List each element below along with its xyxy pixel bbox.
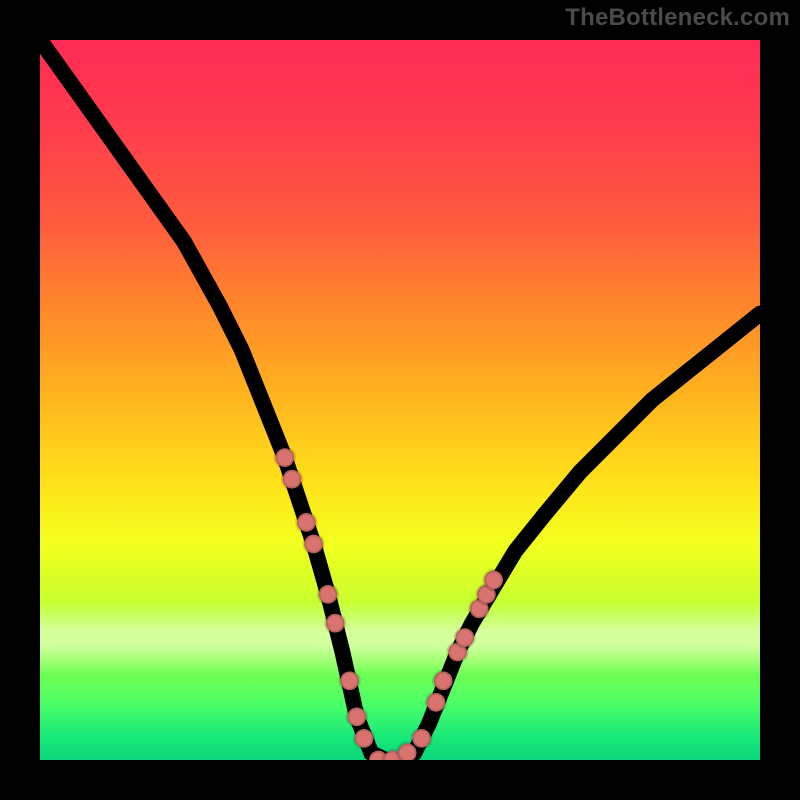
highlight-dot (347, 707, 366, 726)
curve-svg (40, 40, 760, 760)
bottleneck-curve (40, 40, 760, 760)
highlight-dot (427, 693, 446, 712)
watermark-text: TheBottleneck.com (565, 4, 790, 32)
highlight-dot (455, 628, 474, 647)
highlight-dot (340, 671, 359, 690)
highlight-dot (283, 470, 302, 489)
highlight-dot (484, 571, 503, 590)
highlight-dot (297, 513, 316, 532)
plot-area (40, 40, 760, 760)
highlight-dot (412, 729, 431, 748)
chart-frame: TheBottleneck.com (0, 0, 800, 800)
highlight-dots-group (275, 448, 503, 760)
highlight-dot (304, 535, 323, 554)
highlight-dot (326, 614, 345, 633)
highlight-dot (355, 729, 374, 748)
highlight-dot (275, 448, 294, 467)
highlight-dot (434, 671, 453, 690)
highlight-dot (319, 585, 338, 604)
